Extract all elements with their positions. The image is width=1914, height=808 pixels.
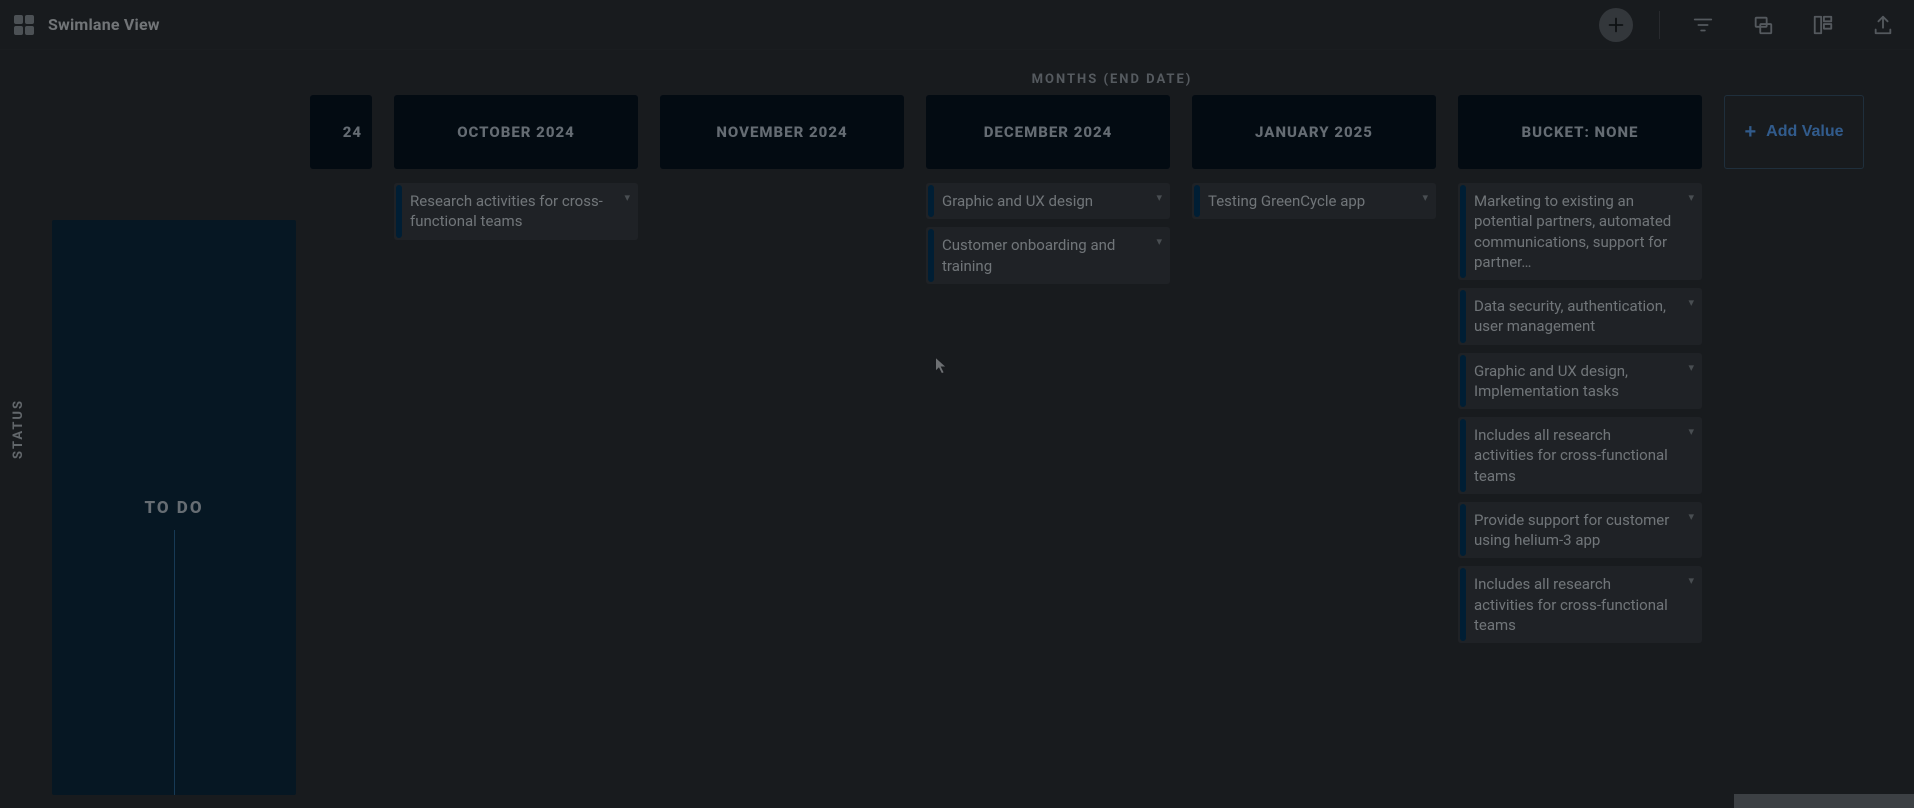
plus-icon: + [1744,122,1756,142]
cards-settings-button[interactable] [1746,8,1780,42]
card-menu-icon[interactable]: ▾ [1422,191,1428,206]
column-header[interactable]: 24 [310,95,372,169]
column-body[interactable]: Research activities for cross-functional… [394,169,638,795]
card-menu-icon[interactable]: ▾ [1156,191,1162,206]
card-menu-icon[interactable]: ▾ [1688,425,1694,440]
add-value-button[interactable]: + Add Value [1724,95,1864,169]
columns-container: 24 OCTOBER 2024 Research activities for … [310,95,1914,795]
column-header[interactable]: DECEMBER 2024 [926,95,1170,169]
column-body[interactable]: Graphic and UX design ▾ Customer onboard… [926,169,1170,795]
apps-icon[interactable] [14,15,34,35]
column-nov24: NOVEMBER 2024 [660,95,904,795]
task-card[interactable]: Graphic and UX design, Implementation ta… [1458,353,1702,410]
task-card[interactable]: Includes all research activities for cro… [1458,566,1702,643]
view-title: Swimlane View [48,15,160,34]
export-button[interactable] [1866,8,1900,42]
card-menu-icon[interactable]: ▾ [1688,361,1694,376]
task-card[interactable]: Testing GreenCycle app ▾ [1192,183,1436,219]
task-card[interactable]: Marketing to existing an potential partn… [1458,183,1702,280]
task-card[interactable]: Includes all research activities for cro… [1458,417,1702,494]
column-header[interactable]: BUCKET: NONE [1458,95,1702,169]
column-bucket-none: BUCKET: NONE Marketing to existing an po… [1458,95,1702,795]
card-menu-icon[interactable]: ▾ [624,191,630,206]
swimlane-todo[interactable]: TO DO [52,220,296,795]
column-oct24: OCTOBER 2024 Research activities for cro… [394,95,638,795]
column-body[interactable] [310,169,372,795]
task-card[interactable]: Graphic and UX design ▾ [926,183,1170,219]
column-sep24-partial: 24 [310,95,372,795]
card-menu-icon[interactable]: ▾ [1156,235,1162,250]
column-header[interactable]: JANUARY 2025 [1192,95,1436,169]
task-card[interactable]: Data security, authentication, user mana… [1458,288,1702,345]
column-body[interactable] [660,169,904,795]
card-menu-icon[interactable]: ▾ [1688,191,1694,206]
card-menu-icon[interactable]: ▾ [1688,574,1694,589]
app-toolbar: Swimlane View [0,0,1914,50]
main-area: STATUS TO DO MONTHS (END DATE) 24 OCTOBE… [0,50,1914,808]
swimlane-label: TO DO [144,498,203,518]
column-header[interactable]: OCTOBER 2024 [394,95,638,169]
layout-button[interactable] [1806,8,1840,42]
horizontal-scrollbar-thumb[interactable] [1734,794,1914,808]
task-card[interactable]: Customer onboarding and training ▾ [926,227,1170,284]
toolbar-right [1599,8,1900,42]
card-menu-icon[interactable]: ▾ [1688,510,1694,525]
column-body[interactable]: Marketing to existing an potential partn… [1458,169,1702,795]
task-card[interactable]: Provide support for customer using heliu… [1458,502,1702,559]
filter-button[interactable] [1686,8,1720,42]
add-button[interactable] [1599,8,1633,42]
status-axis-label: STATUS [0,50,36,808]
column-header[interactable]: NOVEMBER 2024 [660,95,904,169]
column-body[interactable]: Testing GreenCycle app ▾ [1192,169,1436,795]
columns-axis-label: MONTHS (END DATE) [310,72,1914,87]
card-menu-icon[interactable]: ▾ [1688,296,1694,311]
column-dec24: DECEMBER 2024 Graphic and UX design ▾ Cu… [926,95,1170,795]
board: MONTHS (END DATE) 24 OCTOBER 2024 Resear… [310,60,1914,808]
toolbar-separator [1659,11,1660,39]
column-jan25: JANUARY 2025 Testing GreenCycle app ▾ [1192,95,1436,795]
task-card[interactable]: Research activities for cross-functional… [394,183,638,240]
